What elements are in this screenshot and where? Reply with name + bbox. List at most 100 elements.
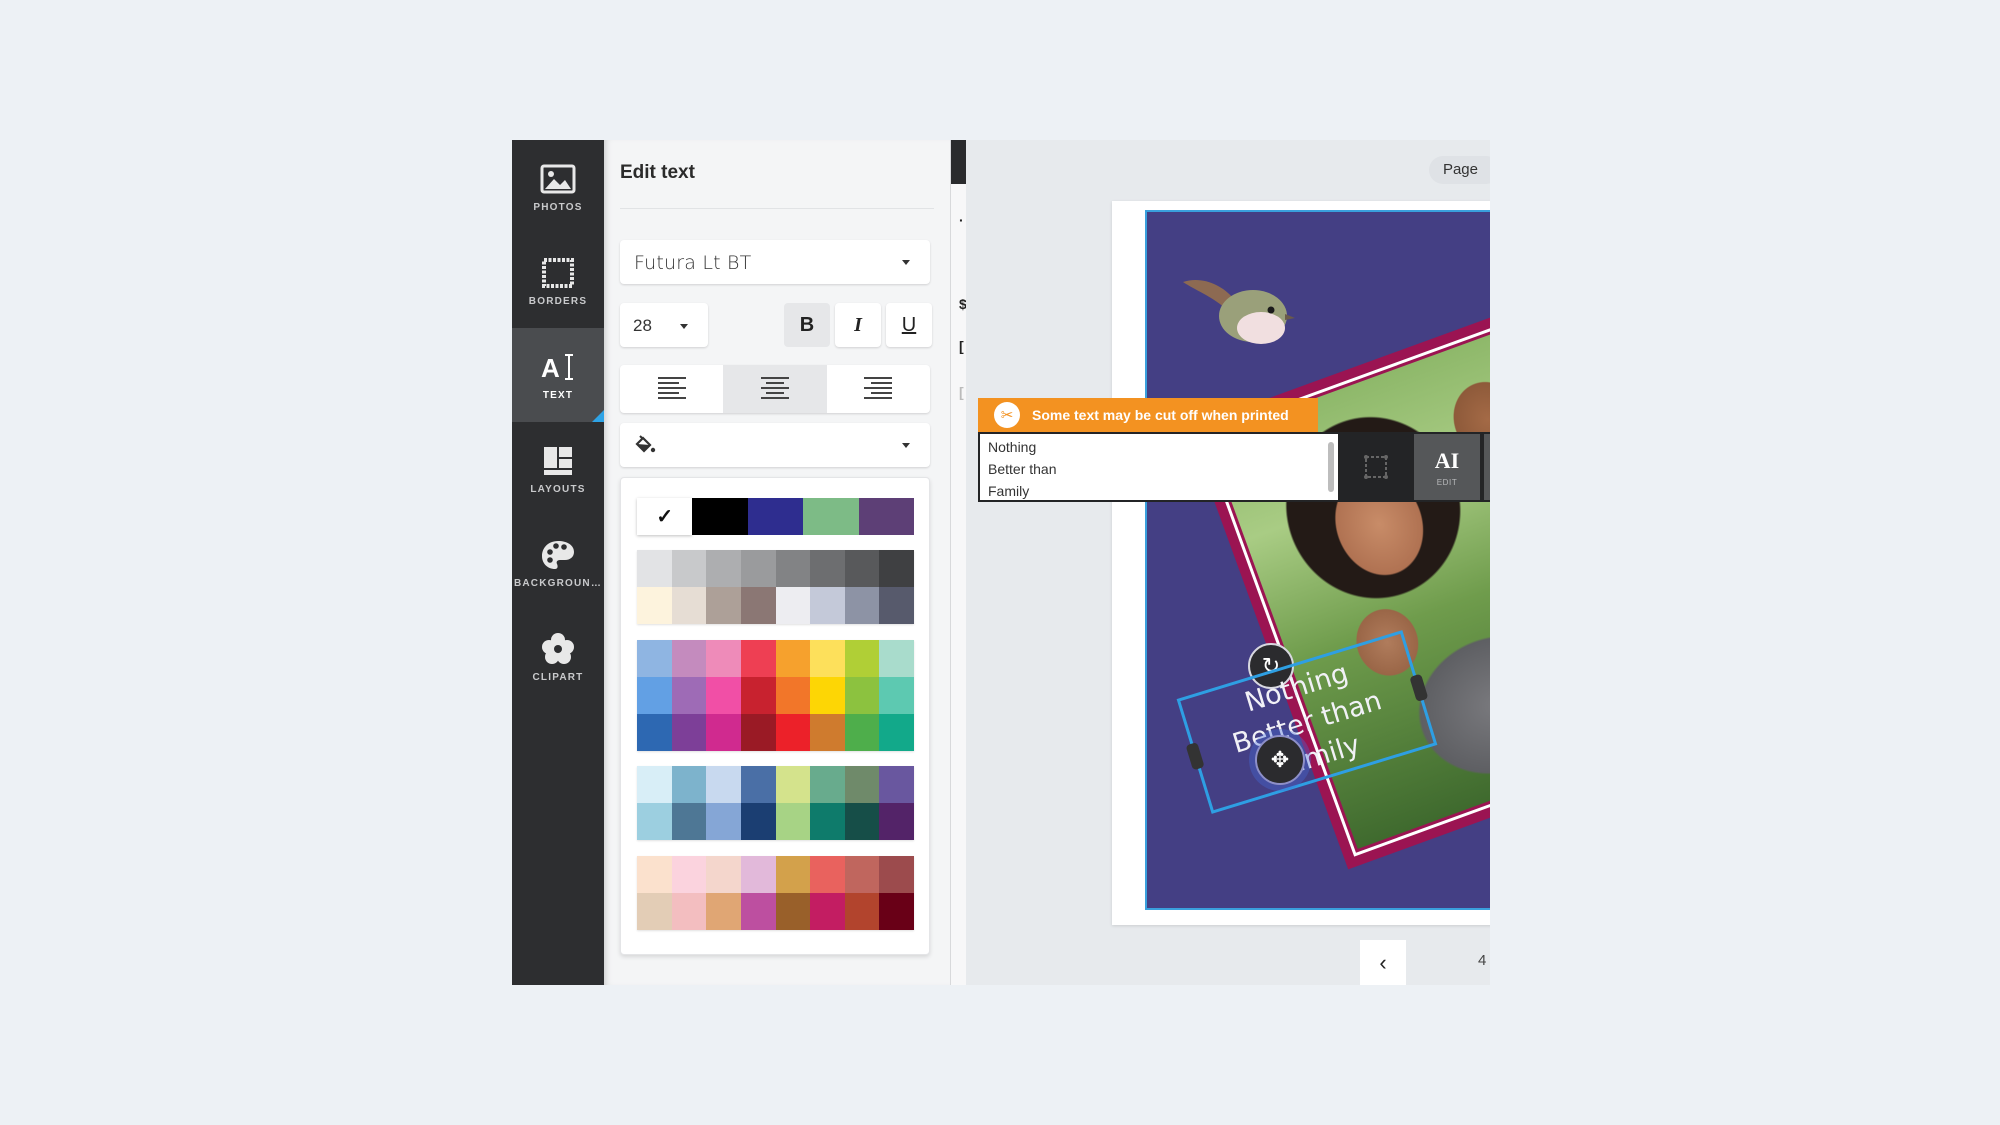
secondary-panel-strip[interactable]: · $ [ [ <box>950 140 967 985</box>
toolbar-next-button[interactable] <box>1484 434 1490 500</box>
color-swatch[interactable] <box>671 856 707 893</box>
sidebar-item-background[interactable]: BACKGROUN… <box>512 516 604 610</box>
color-swatch[interactable] <box>810 766 845 803</box>
color-swatch[interactable] <box>844 640 880 677</box>
color-swatch[interactable] <box>740 587 776 624</box>
color-swatch[interactable] <box>775 550 811 587</box>
color-swatch[interactable] <box>637 640 672 677</box>
color-swatch[interactable] <box>879 803 914 840</box>
color-swatch[interactable] <box>706 640 741 677</box>
align-center-button[interactable] <box>723 365 827 413</box>
color-swatch[interactable] <box>810 803 845 840</box>
color-swatch[interactable] <box>844 803 880 840</box>
color-swatch[interactable] <box>637 766 672 803</box>
color-swatch[interactable] <box>740 803 776 840</box>
color-swatch[interactable] <box>637 714 672 751</box>
color-swatch[interactable] <box>775 677 811 714</box>
color-swatch[interactable] <box>810 640 845 677</box>
color-swatch[interactable] <box>747 498 804 535</box>
bold-button[interactable]: B <box>784 303 830 347</box>
color-swatch[interactable] <box>844 856 880 893</box>
move-handle[interactable]: ✥ <box>1255 735 1305 785</box>
italic-button[interactable]: I <box>835 303 881 347</box>
color-swatch[interactable] <box>844 550 880 587</box>
color-swatch[interactable] <box>740 714 776 751</box>
color-swatch[interactable] <box>844 587 880 624</box>
color-swatch[interactable] <box>671 893 707 930</box>
color-swatch[interactable] <box>637 856 672 893</box>
color-swatch[interactable] <box>803 498 859 535</box>
color-swatch[interactable] <box>844 893 880 930</box>
color-swatch[interactable] <box>740 766 776 803</box>
text-content-input[interactable]: Nothing Better than Family <box>980 434 1338 500</box>
text-color-dropdown[interactable] <box>620 423 930 467</box>
color-swatch[interactable] <box>810 677 845 714</box>
color-swatch[interactable] <box>879 677 914 714</box>
color-swatch[interactable] <box>775 640 811 677</box>
align-right-button[interactable] <box>827 365 930 413</box>
color-swatch[interactable] <box>775 893 811 930</box>
font-size-dropdown[interactable]: 28 <box>620 303 708 347</box>
page-selector-button[interactable]: Page <box>1428 156 1490 184</box>
color-swatch[interactable] <box>879 587 914 624</box>
edit-text-button[interactable]: AI EDIT <box>1414 434 1480 500</box>
color-swatch[interactable] <box>740 550 776 587</box>
input-scrollbar[interactable] <box>1328 442 1334 492</box>
color-swatch[interactable] <box>775 766 811 803</box>
color-swatch[interactable] <box>706 893 741 930</box>
color-swatch[interactable] <box>740 640 776 677</box>
sidebar-item-text[interactable]: A TEXT <box>512 328 604 422</box>
select-area-button[interactable] <box>1338 434 1414 500</box>
color-swatch[interactable] <box>706 677 741 714</box>
color-swatch[interactable] <box>706 803 741 840</box>
color-swatch[interactable] <box>671 803 707 840</box>
color-swatch[interactable] <box>879 550 914 587</box>
bird-clipart[interactable] <box>1181 272 1301 352</box>
color-swatch[interactable] <box>810 856 845 893</box>
color-swatch[interactable] <box>775 803 811 840</box>
sidebar-item-borders[interactable]: BORDERS <box>512 234 604 328</box>
align-left-button[interactable] <box>620 365 723 413</box>
color-swatch[interactable] <box>637 677 672 714</box>
font-family-dropdown[interactable]: Futura Lt BT <box>620 240 930 284</box>
color-swatch[interactable] <box>844 714 880 751</box>
color-swatch[interactable] <box>671 766 707 803</box>
color-swatch[interactable] <box>692 498 748 535</box>
underline-button[interactable]: U <box>886 303 932 347</box>
color-swatch[interactable] <box>844 766 880 803</box>
color-swatch[interactable] <box>844 677 880 714</box>
color-swatch[interactable] <box>879 766 914 803</box>
color-swatch[interactable] <box>879 640 914 677</box>
previous-page-button[interactable]: ‹ <box>1360 940 1406 985</box>
color-swatch[interactable] <box>810 550 845 587</box>
sidebar-item-layouts[interactable]: LAYOUTS <box>512 422 604 516</box>
color-swatch[interactable] <box>637 803 672 840</box>
color-swatch[interactable] <box>740 677 776 714</box>
color-swatch[interactable]: ✓ <box>637 498 693 535</box>
color-swatch[interactable] <box>637 893 672 930</box>
color-swatch[interactable] <box>637 587 672 624</box>
color-swatch[interactable] <box>706 766 741 803</box>
color-swatch[interactable] <box>858 498 915 535</box>
color-swatch[interactable] <box>879 856 914 893</box>
color-swatch[interactable] <box>879 893 914 930</box>
color-swatch[interactable] <box>810 714 845 751</box>
color-swatch[interactable] <box>671 550 707 587</box>
color-swatch[interactable] <box>706 714 741 751</box>
color-swatch[interactable] <box>740 856 776 893</box>
color-swatch[interactable] <box>637 550 672 587</box>
color-swatch[interactable] <box>671 640 707 677</box>
color-swatch[interactable] <box>879 714 914 751</box>
color-swatch[interactable] <box>671 587 707 624</box>
color-swatch[interactable] <box>775 856 811 893</box>
color-swatch[interactable] <box>671 677 707 714</box>
page-background[interactable]: ↻ Nothing Better than Family ✥ <box>1145 210 1490 910</box>
color-swatch[interactable] <box>775 587 811 624</box>
color-swatch[interactable] <box>775 714 811 751</box>
color-swatch[interactable] <box>810 893 845 930</box>
color-swatch[interactable] <box>740 893 776 930</box>
color-swatch[interactable] <box>706 856 741 893</box>
color-swatch[interactable] <box>706 587 741 624</box>
color-swatch[interactable] <box>671 714 707 751</box>
color-swatch[interactable] <box>706 550 741 587</box>
